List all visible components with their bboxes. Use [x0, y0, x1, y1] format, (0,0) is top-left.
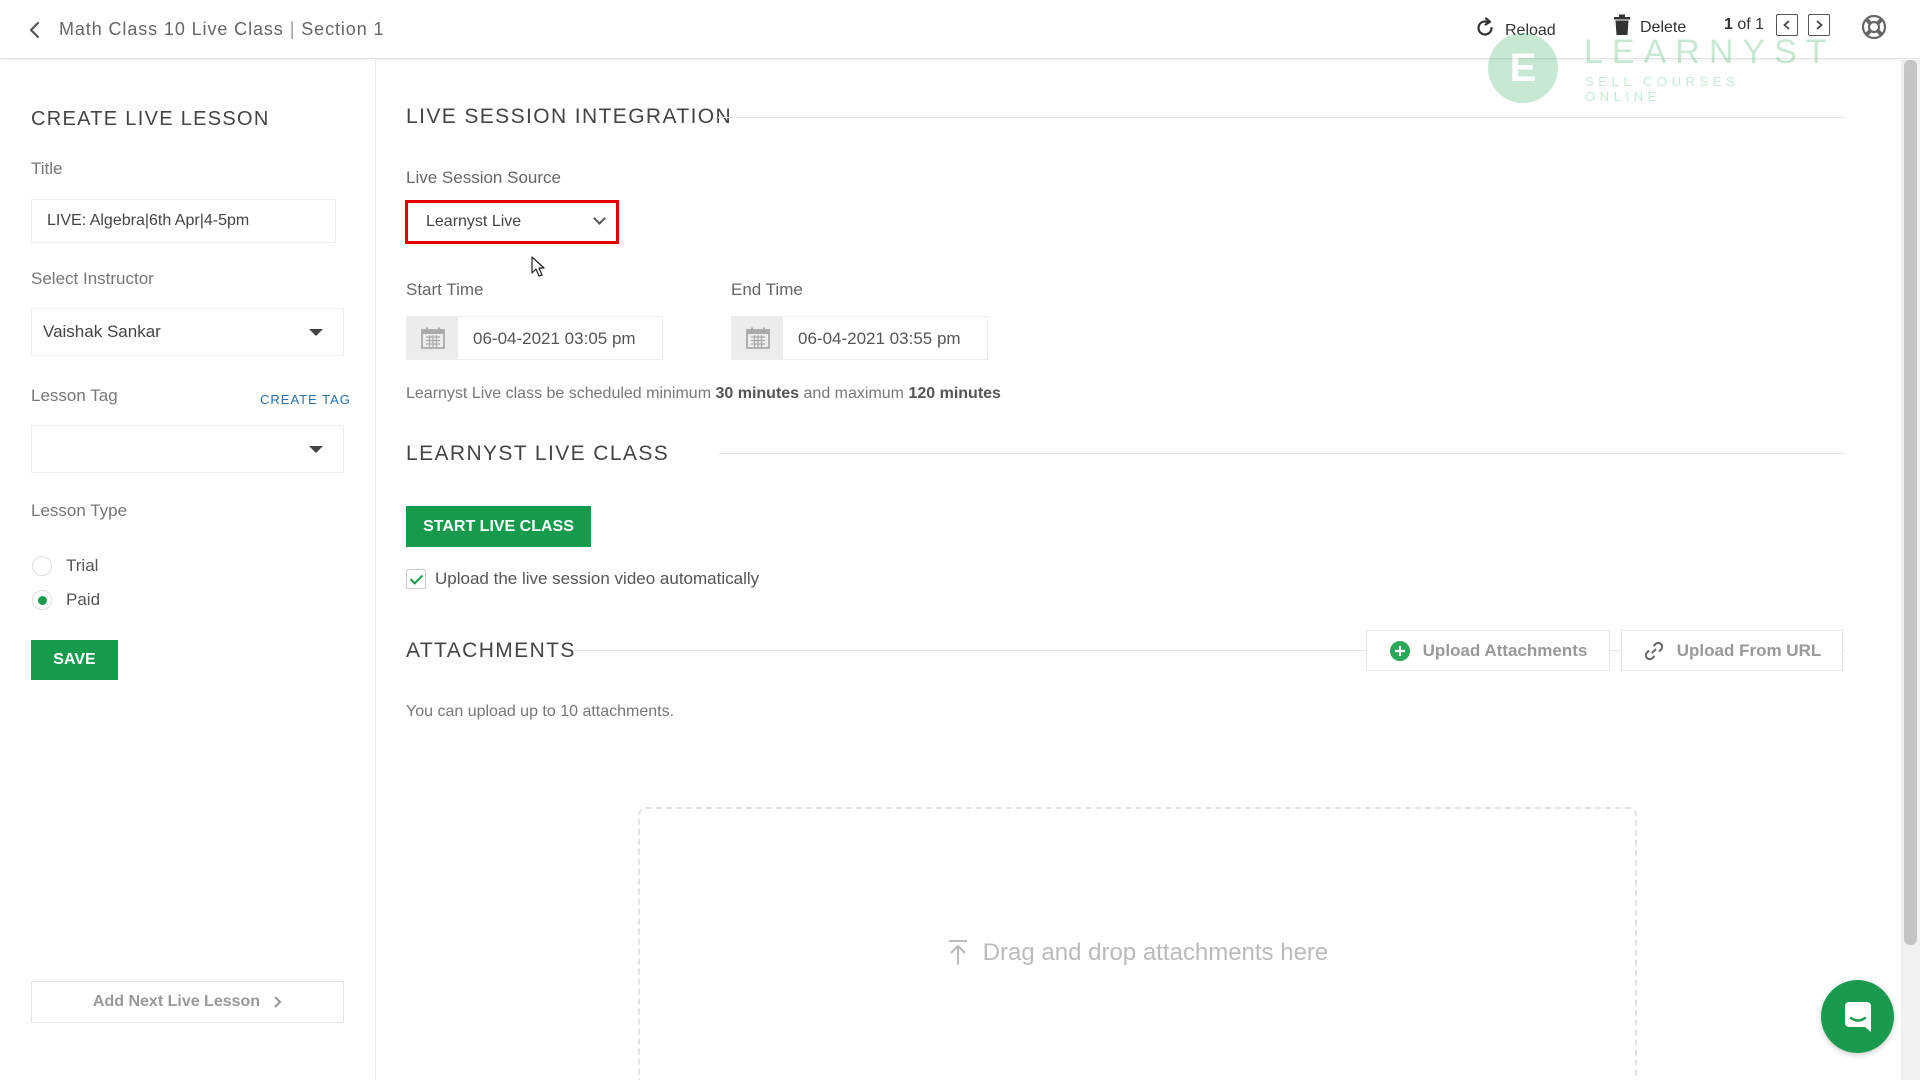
lesson-tag-select[interactable] — [31, 425, 344, 473]
logo-name: LEARNYST — [1584, 33, 1836, 71]
instructor-value: Vaishak Sankar — [43, 322, 161, 341]
attachments-heading: ATTACHMENTS — [406, 639, 576, 662]
create-lesson-sidebar: CREATE LIVE LESSON Title LIVE: Algebra|6… — [0, 60, 376, 1080]
learnyst-logo: E LEARNYST SELL COURSES ONLINE — [1488, 30, 1827, 104]
schedule-limit-note: Learnyst Live class be scheduled minimum… — [406, 385, 1001, 403]
radio-label: Trial — [66, 556, 99, 575]
source-value: Learnyst Live — [426, 213, 522, 230]
scrollbar-thumb[interactable] — [1904, 60, 1917, 945]
note-text: Learnyst Live class be scheduled minimum — [406, 385, 716, 402]
chat-launcher-button[interactable] — [1821, 980, 1894, 1053]
checkbox-checked — [406, 569, 426, 589]
auto-upload-label: Upload the live session video automatica… — [435, 569, 760, 588]
instructor-label: Select Instructor — [31, 269, 154, 288]
add-next-live-lesson-button[interactable]: Add Next Live Lesson — [31, 981, 344, 1023]
chevron-down-icon — [593, 212, 606, 225]
upload-attachments-label: Upload Attachments — [1422, 640, 1588, 660]
link-icon — [1644, 641, 1663, 660]
logo-tagline: SELL COURSES ONLINE — [1585, 74, 1740, 104]
start-time-field[interactable]: 06-04-2021 03:05 pm — [406, 316, 663, 360]
note-text: and maximum — [799, 385, 909, 402]
instructor-select[interactable]: Vaishak Sankar — [31, 308, 344, 356]
source-label: Live Session Source — [406, 168, 561, 187]
help-lifebuoy-icon[interactable] — [1861, 14, 1887, 40]
caret-down-icon — [309, 446, 323, 453]
dropzone-text: Drag and drop attachments here — [982, 939, 1329, 966]
title-label: Title — [31, 159, 63, 178]
live-session-integration-heading: LIVE SESSION INTEGRATION — [406, 105, 733, 128]
upload-from-url-label: Upload From URL — [1676, 640, 1822, 660]
start-live-class-button[interactable]: START LIVE CLASS — [406, 506, 591, 547]
main-content: LIVE SESSION INTEGRATION Live Session So… — [377, 60, 1900, 1080]
section-divider — [718, 453, 1845, 454]
calendar-icon — [732, 317, 783, 359]
add-next-label: Add Next Live Lesson — [92, 993, 261, 1010]
calendar-icon — [407, 317, 458, 359]
breadcrumb: Math Class 10 Live Class | Section 1 — [59, 19, 384, 40]
caret-down-icon — [309, 329, 323, 336]
attachment-dropzone[interactable]: Drag and drop attachments here — [638, 807, 1637, 1080]
lesson-type-label: Lesson Type — [31, 501, 128, 520]
chevron-right-icon — [274, 996, 282, 1008]
note-min: 30 minutes — [715, 385, 800, 402]
upload-attachments-button[interactable]: Upload Attachments — [1366, 630, 1610, 671]
sidebar-title: CREATE LIVE LESSON — [31, 108, 270, 130]
dropzone-hint: Drag and drop attachments here — [640, 939, 1635, 967]
start-time-label: Start Time — [406, 280, 484, 299]
radio-circle-selected — [32, 590, 52, 610]
auto-upload-checkbox[interactable]: Upload the live session video automatica… — [406, 569, 759, 589]
breadcrumb-course[interactable]: Math Class 10 Live Class — [59, 19, 284, 39]
end-time-label: End Time — [731, 280, 803, 299]
create-tag-link[interactable]: CREATE TAG — [260, 392, 351, 407]
section-divider — [718, 117, 1845, 118]
breadcrumb-section[interactable]: Section 1 — [301, 19, 384, 39]
title-input[interactable]: LIVE: Algebra|6th Apr|4-5pm — [31, 199, 336, 243]
chat-icon — [1844, 1001, 1871, 1032]
end-time-field[interactable]: 06-04-2021 03:55 pm — [731, 316, 988, 360]
radio-label: Paid — [66, 590, 101, 609]
page-scrollbar[interactable] — [1901, 60, 1920, 1080]
learnyst-live-class-heading: LEARNYST LIVE CLASS — [406, 442, 670, 465]
lesson-type-paid-radio[interactable]: Paid — [32, 590, 100, 610]
radio-circle — [32, 556, 52, 576]
back-arrow-icon[interactable] — [24, 18, 46, 42]
lesson-type-trial-radio[interactable]: Trial — [32, 556, 98, 576]
note-max: 120 minutes — [908, 385, 1001, 402]
end-time-value: 06-04-2021 03:55 pm — [798, 329, 961, 348]
save-button[interactable]: SAVE — [31, 640, 118, 680]
start-time-value: 06-04-2021 03:05 pm — [473, 329, 636, 348]
live-session-source-select[interactable]: Learnyst Live — [405, 200, 619, 244]
plus-circle-icon — [1389, 640, 1410, 661]
logo-mark: E — [1488, 33, 1558, 103]
mouse-cursor-icon — [531, 256, 545, 277]
breadcrumb-separator: | — [289, 19, 296, 39]
upload-from-url-button[interactable]: Upload From URL — [1621, 630, 1843, 671]
upload-arrow-icon — [948, 940, 967, 965]
lesson-tag-label: Lesson Tag — [31, 386, 118, 405]
attachment-limit-note: You can upload up to 10 attachments. — [406, 703, 675, 720]
